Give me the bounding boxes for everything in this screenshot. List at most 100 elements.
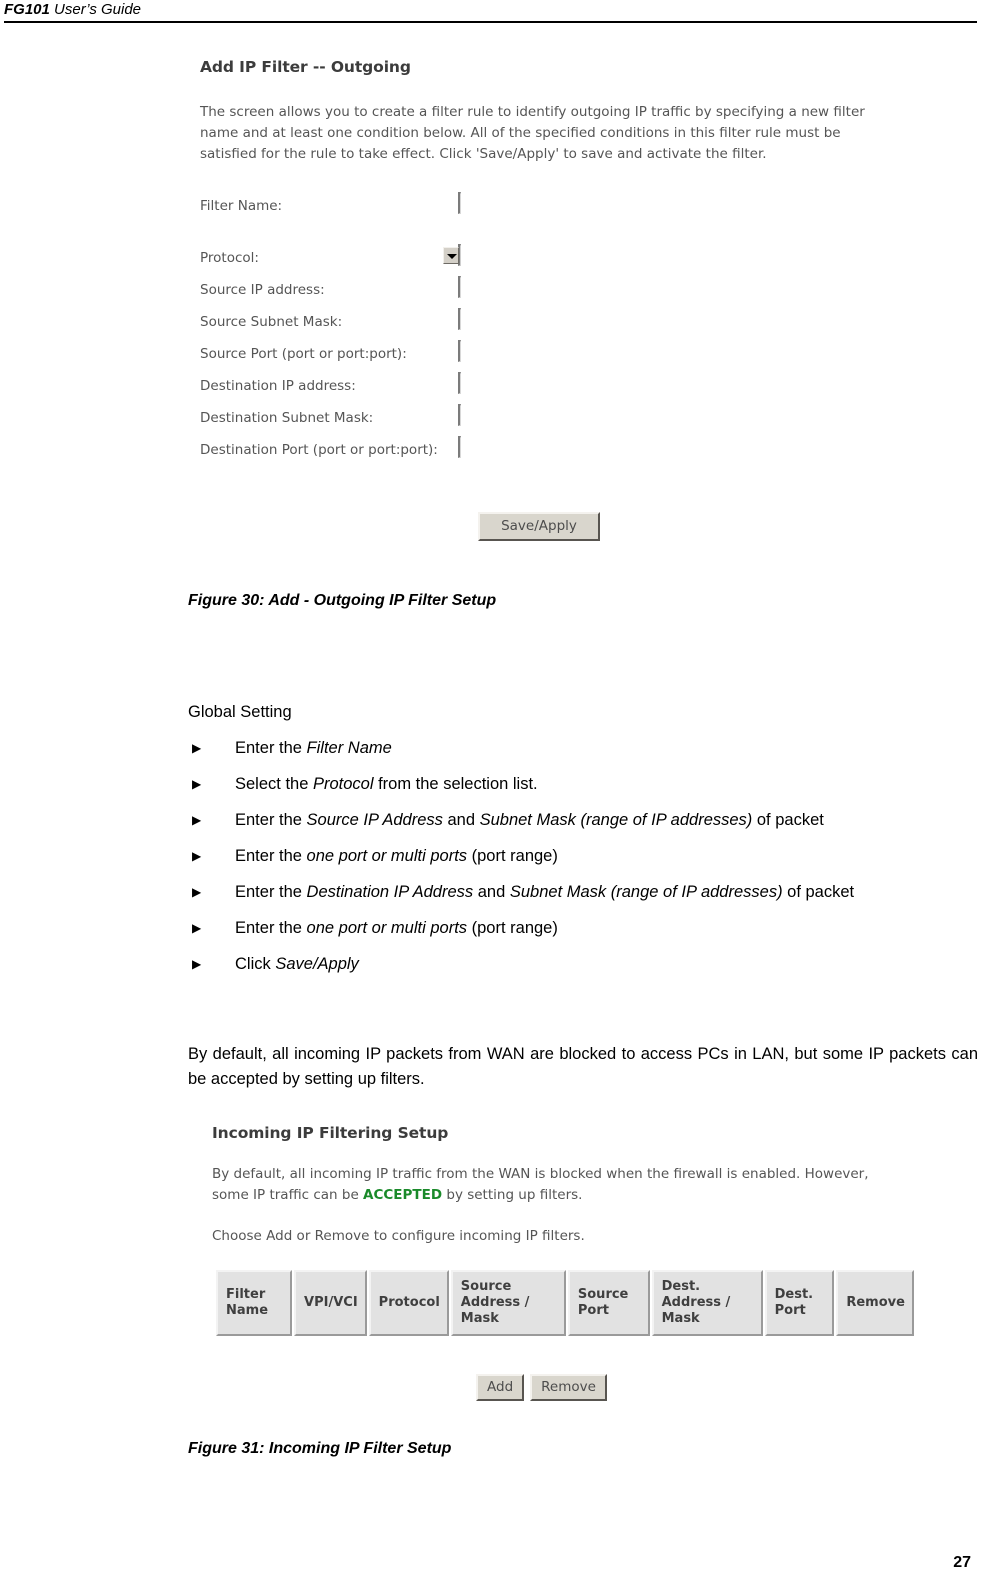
outgoing-filter-form: Filter Name: Protocol: Source IP address… xyxy=(200,192,680,470)
screenshot-paragraph-1-incoming: By default, all incoming IP traffic from… xyxy=(212,1164,872,1206)
item-text-post: from the selection list. xyxy=(373,775,538,793)
select-protocol[interactable] xyxy=(443,244,461,266)
column-header-protocol: Protocol xyxy=(368,1270,449,1336)
table-action-buttons: Add Remove xyxy=(476,1374,607,1401)
list-item: Select the Protocol from the selection l… xyxy=(188,772,978,796)
input-source-ip-address[interactable] xyxy=(458,276,461,298)
form-row-destination-ip: Destination IP address: xyxy=(200,372,680,406)
item-text-pre: Enter the xyxy=(235,883,307,901)
item-text-em: one port or multi ports xyxy=(306,847,468,865)
table-head: Filter Name VPI/VCI Protocol Source Addr… xyxy=(216,1270,914,1336)
item-text-em: Filter Name xyxy=(306,739,392,757)
chevron-down-icon[interactable] xyxy=(443,247,459,264)
label-source-port: Source Port (port or port:port): xyxy=(200,346,407,362)
column-header-filter-name: Filter Name xyxy=(216,1270,293,1336)
header-model: FG101 xyxy=(4,1,50,18)
save-apply-button-wrap: Save/Apply xyxy=(478,512,600,541)
column-header-vpi-vci: VPI/VCI xyxy=(294,1270,367,1336)
item-text-em: Destination IP Address xyxy=(306,883,474,901)
field-destination-port xyxy=(458,436,461,458)
column-header-remove: Remove xyxy=(836,1270,914,1336)
field-protocol xyxy=(443,244,461,266)
list-item: Enter the one port or multi ports (port … xyxy=(188,844,978,868)
paragraph-incoming-intro: By default, all incoming IP packets from… xyxy=(188,1045,978,1088)
column-header-source-address-mask: Source Address / Mask xyxy=(450,1270,566,1336)
list-item: Enter the one port or multi ports (port … xyxy=(188,916,978,940)
input-filter-name[interactable] xyxy=(458,192,461,214)
accepted-highlight: ACCEPTED xyxy=(363,1187,443,1203)
instruction-list: Enter the Filter Name Select the Protoco… xyxy=(188,736,978,988)
field-filter-name xyxy=(458,192,461,214)
input-destination-ip-address[interactable] xyxy=(458,372,461,394)
label-protocol: Protocol: xyxy=(200,250,259,266)
field-destination-ip-address xyxy=(458,372,461,394)
item-text-post: (port range) xyxy=(467,847,558,865)
item-text-pre: Click xyxy=(235,955,276,973)
figure-caption-30: Figure 30: Add - Outgoing IP Filter Setu… xyxy=(188,592,497,609)
item-text-em: Protocol xyxy=(312,775,374,793)
list-item: Enter the Destination IP Address and Sub… xyxy=(188,880,978,904)
form-row-destination-port: Destination Port (port or port:port): xyxy=(200,436,680,470)
global-setting-heading: Global Setting xyxy=(188,703,292,721)
item-text-post: of packet xyxy=(782,883,855,901)
item-text-post: of packet xyxy=(752,811,824,829)
screenshot-title-incoming: Incoming IP Filtering Setup xyxy=(212,1124,449,1142)
header-divider xyxy=(4,21,977,23)
form-row-source-subnet-mask: Source Subnet Mask: xyxy=(200,308,680,342)
item-text-pre: Enter the xyxy=(235,919,307,937)
add-button[interactable]: Add xyxy=(476,1374,525,1401)
item-text-pre: Enter the xyxy=(235,739,307,757)
figure-caption-31: Figure 31: Incoming IP Filter Setup xyxy=(188,1440,452,1457)
input-destination-port[interactable] xyxy=(458,436,461,458)
column-header-dest-port: Dest. Port xyxy=(764,1270,835,1336)
item-text-em: Save/Apply xyxy=(275,955,359,973)
screenshot-add-ip-filter-outgoing: Add IP Filter -- Outgoing The screen all… xyxy=(178,44,898,574)
form-row-protocol: Protocol: xyxy=(200,244,680,278)
input-source-port[interactable] xyxy=(458,340,461,362)
item-text-em: one port or multi ports xyxy=(306,919,468,937)
header-title: FG101 User’s Guide xyxy=(4,1,141,18)
item-text-pre: Enter the xyxy=(235,847,307,865)
item-text-em2: Subnet Mask (range of IP addresses) xyxy=(479,811,753,829)
item-text-pre: Select the xyxy=(235,775,313,793)
page-header: FG101 User’s Guide xyxy=(0,0,981,23)
paragraph-1-after: by setting up filters. xyxy=(442,1187,583,1203)
field-destination-subnet-mask xyxy=(458,404,461,426)
incoming-filter-table: Filter Name VPI/VCI Protocol Source Addr… xyxy=(214,1268,916,1338)
field-source-subnet-mask xyxy=(458,308,461,330)
form-row-source-port: Source Port (port or port:port): xyxy=(200,340,680,374)
list-item: Enter the Filter Name xyxy=(188,736,978,760)
form-row-destination-subnet-mask: Destination Subnet Mask: xyxy=(200,404,680,438)
screenshot-incoming-ip-filtering-setup: Incoming IP Filtering Setup By default, … xyxy=(196,1108,916,1413)
item-text-post: (port range) xyxy=(467,919,558,937)
field-source-ip-address xyxy=(458,276,461,298)
field-source-port xyxy=(458,340,461,362)
table-header-row: Filter Name VPI/VCI Protocol Source Addr… xyxy=(216,1270,914,1336)
page-number: 27 xyxy=(953,1554,971,1571)
form-row-filter-name: Filter Name: xyxy=(200,192,680,246)
list-item: Enter the Source IP Address and Subnet M… xyxy=(188,808,978,832)
column-header-dest-address-mask: Dest. Address / Mask xyxy=(651,1270,763,1336)
item-text-mid: and xyxy=(473,883,510,901)
item-text-mid: and xyxy=(442,811,480,829)
list-item: Click Save/Apply xyxy=(188,952,978,976)
input-destination-subnet-mask[interactable] xyxy=(458,404,461,426)
label-filter-name: Filter Name: xyxy=(200,198,283,214)
input-source-subnet-mask[interactable] xyxy=(458,308,461,330)
item-text-em: Source IP Address xyxy=(306,811,443,829)
label-source-ip-address: Source IP address: xyxy=(200,282,325,298)
screenshot-paragraph-2-incoming: Choose Add or Remove to configure incomi… xyxy=(212,1228,585,1244)
label-destination-subnet-mask: Destination Subnet Mask: xyxy=(200,410,374,426)
column-header-source-port: Source Port xyxy=(567,1270,650,1336)
label-destination-port: Destination Port (port or port:port): xyxy=(200,442,438,458)
label-source-subnet-mask: Source Subnet Mask: xyxy=(200,314,343,330)
item-text-em2: Subnet Mask (range of IP addresses) xyxy=(509,883,783,901)
save-apply-button[interactable]: Save/Apply xyxy=(478,512,600,541)
header-guide-label: User’s Guide xyxy=(49,1,142,18)
form-row-source-ip: Source IP address: xyxy=(200,276,680,310)
screenshot-title-outgoing: Add IP Filter -- Outgoing xyxy=(200,58,411,76)
screenshot-description-outgoing: The screen allows you to create a filter… xyxy=(200,104,865,162)
label-destination-ip-address: Destination IP address: xyxy=(200,378,356,394)
remove-button[interactable]: Remove xyxy=(530,1374,607,1401)
item-text-pre: Enter the xyxy=(235,811,307,829)
